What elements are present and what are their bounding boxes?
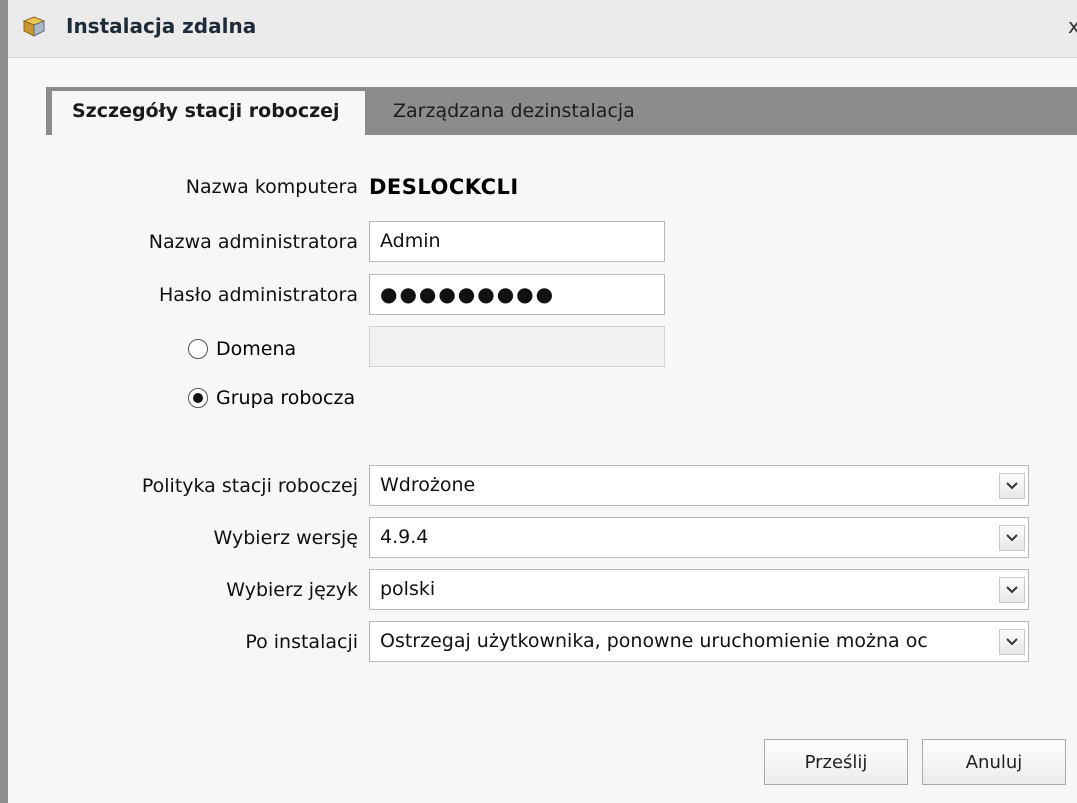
version-label: Wybierz wersję bbox=[213, 527, 358, 549]
domain-field[interactable] bbox=[369, 326, 665, 367]
tab-managed-uninstall[interactable]: Zarządzana dezinstalacja bbox=[373, 91, 655, 135]
language-select-value: polski bbox=[380, 578, 436, 600]
version-select[interactable]: 4.9.4 bbox=[369, 517, 1029, 558]
computer-name-value: DESLOCKCLI bbox=[369, 175, 519, 199]
computer-name-label: Nazwa komputera bbox=[185, 176, 358, 198]
package-icon bbox=[22, 15, 46, 37]
policy-label: Polityka stacji roboczej bbox=[141, 475, 358, 497]
window-title: Instalacja zdalna bbox=[66, 14, 257, 38]
after-install-select-value: Ostrzegaj użytkownika, ponowne uruchomie… bbox=[380, 630, 928, 652]
chevron-down-icon[interactable] bbox=[999, 577, 1025, 603]
after-install-select[interactable]: Ostrzegaj użytkownika, ponowne uruchomie… bbox=[369, 621, 1029, 662]
submit-button[interactable]: Prześlij bbox=[764, 739, 908, 785]
admin-password-field[interactable]: ●●●●●●●●● bbox=[369, 274, 665, 315]
policy-select[interactable]: Wdrożone bbox=[369, 465, 1029, 506]
close-icon[interactable]: x bbox=[1068, 14, 1077, 38]
after-install-label: Po instalacji bbox=[245, 631, 358, 653]
chevron-down-icon[interactable] bbox=[999, 473, 1025, 499]
version-select-value: 4.9.4 bbox=[380, 526, 429, 548]
policy-select-value: Wdrożone bbox=[380, 474, 476, 496]
chevron-down-icon[interactable] bbox=[999, 629, 1025, 655]
dialog-panel bbox=[20, 62, 1077, 803]
tab-workstation-details[interactable]: Szczegóły stacji roboczej bbox=[52, 91, 365, 135]
window-left-edge bbox=[0, 0, 8, 803]
admin-name-label: Nazwa administratora bbox=[148, 231, 358, 253]
workgroup-radio-option[interactable]: Grupa robocza bbox=[188, 387, 355, 409]
title-bar[interactable]: Instalacja zdalna x bbox=[8, 0, 1077, 58]
chevron-down-icon[interactable] bbox=[999, 525, 1025, 551]
workgroup-radio[interactable] bbox=[188, 388, 208, 408]
domain-radio-label: Domena bbox=[216, 338, 297, 360]
domain-radio-option[interactable]: Domena bbox=[188, 338, 296, 360]
admin-name-field[interactable]: Admin bbox=[369, 221, 665, 262]
cancel-button[interactable]: Anuluj bbox=[922, 739, 1066, 785]
language-label: Wybierz język bbox=[226, 579, 358, 601]
admin-password-label: Hasło administratora bbox=[158, 284, 358, 306]
domain-radio[interactable] bbox=[188, 339, 208, 359]
workgroup-radio-label: Grupa robocza bbox=[216, 387, 356, 409]
language-select[interactable]: polski bbox=[369, 569, 1029, 610]
